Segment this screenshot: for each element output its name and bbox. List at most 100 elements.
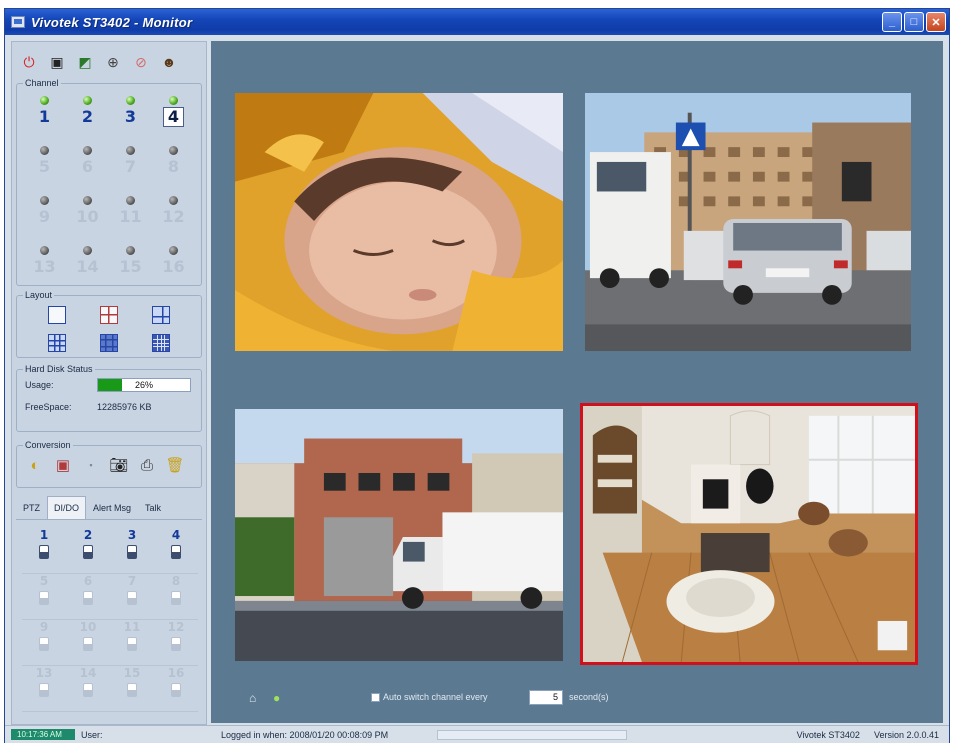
- auto-switch-checkbox[interactable]: [371, 693, 380, 702]
- color-icon[interactable]: ◩: [74, 51, 96, 73]
- toolbar: ⏻ ▣ ◩ ⊕ ⊘ ☻: [16, 50, 202, 74]
- dido-channel-12[interactable]: 12: [154, 620, 198, 666]
- tab-talk[interactable]: Talk: [138, 496, 168, 519]
- dido-channel-11[interactable]: 11: [110, 620, 154, 666]
- dido-number: 1: [39, 528, 49, 542]
- home-icon[interactable]: ⌂: [249, 691, 256, 705]
- channel-number: 10: [76, 207, 99, 226]
- channel-number: 8: [167, 157, 180, 176]
- camera-view-3[interactable]: [233, 407, 565, 663]
- dido-channel-8[interactable]: 8: [154, 574, 198, 620]
- dido-number: 3: [127, 528, 137, 542]
- maximize-button[interactable]: □: [904, 12, 924, 32]
- status-product: Vivotek ST3402: [796, 729, 860, 740]
- title-bar[interactable]: Vivotek ST3402 - Monitor _ □ ✕: [5, 9, 949, 35]
- status-version: Version 2.0.0.41: [873, 729, 939, 740]
- switch-icon[interactable]: [83, 591, 93, 605]
- layout-sixteen-button[interactable]: [152, 334, 170, 352]
- channel-2-button[interactable]: 2: [66, 92, 109, 136]
- clock-icon[interactable]: ⊘: [130, 51, 152, 73]
- switch-icon[interactable]: [39, 637, 49, 651]
- channel-6-button[interactable]: 6: [66, 142, 109, 186]
- switch-icon[interactable]: [171, 591, 181, 605]
- record-icon[interactable]: ▣: [53, 456, 73, 474]
- dido-channel-14[interactable]: 14: [66, 666, 110, 712]
- channel-10-button[interactable]: 10: [66, 192, 109, 236]
- close-button[interactable]: ✕: [926, 12, 946, 32]
- channel-4-button[interactable]: 4: [152, 92, 195, 136]
- switch-icon[interactable]: [39, 683, 49, 697]
- dido-number: 15: [123, 666, 141, 680]
- camera-view-4[interactable]: [580, 403, 918, 665]
- channel-status-led: [83, 196, 92, 205]
- dido-channel-4[interactable]: 4: [154, 528, 198, 574]
- display-icon[interactable]: ▣: [46, 51, 68, 73]
- channel-number: 9: [38, 207, 51, 226]
- channel-number: 2: [81, 107, 94, 126]
- snapshot-dot-icon[interactable]: ▪: [81, 460, 101, 470]
- channel-9-button[interactable]: 9: [23, 192, 66, 236]
- channel-status-led: [169, 96, 178, 105]
- power-icon[interactable]: ⏻: [18, 51, 40, 73]
- switch-icon[interactable]: [127, 637, 137, 651]
- dido-channel-5[interactable]: 5: [22, 574, 66, 620]
- switch-icon[interactable]: [171, 545, 181, 559]
- channel-12-button[interactable]: 12: [152, 192, 195, 236]
- channel-8-button[interactable]: 8: [152, 142, 195, 186]
- layout-six-button[interactable]: [152, 306, 170, 324]
- switch-icon[interactable]: [39, 591, 49, 605]
- network-icon[interactable]: ⊕: [102, 51, 124, 73]
- tab-ptz[interactable]: PTZ: [16, 496, 47, 519]
- camera-icon[interactable]: 📷︎: [109, 456, 129, 474]
- dido-channel-2[interactable]: 2: [66, 528, 110, 574]
- dido-channel-7[interactable]: 7: [110, 574, 154, 620]
- switch-icon[interactable]: [171, 637, 181, 651]
- dido-number: 11: [123, 620, 141, 634]
- trash-icon[interactable]: 🗑︎: [165, 456, 185, 474]
- switch-seconds-input[interactable]: 5: [529, 690, 563, 705]
- tab-di-do[interactable]: DI/DO: [47, 496, 87, 519]
- channel-15-button[interactable]: 15: [109, 242, 152, 286]
- channel-number: 14: [76, 257, 99, 276]
- switch-icon[interactable]: [39, 545, 49, 559]
- channel-5-button[interactable]: 5: [23, 142, 66, 186]
- switch-icon[interactable]: [83, 683, 93, 697]
- camera-view-1[interactable]: [233, 91, 565, 353]
- users-icon[interactable]: ☻: [158, 51, 180, 73]
- tab-alert-msg[interactable]: Alert Msg: [86, 496, 138, 519]
- dido-channel-9[interactable]: 9: [22, 620, 66, 666]
- channel-7-button[interactable]: 7: [109, 142, 152, 186]
- channel-14-button[interactable]: 14: [66, 242, 109, 286]
- channel-3-button[interactable]: 3: [109, 92, 152, 136]
- channel-1-button[interactable]: 1: [23, 92, 66, 136]
- channel-number: 12: [162, 207, 185, 226]
- print-icon[interactable]: ⎙: [137, 457, 157, 474]
- dido-number: 16: [167, 666, 185, 680]
- switch-icon[interactable]: [83, 637, 93, 651]
- layout-nine-button[interactable]: [48, 334, 66, 352]
- channel-number: 7: [124, 157, 137, 176]
- channel-16-button[interactable]: 16: [152, 242, 195, 286]
- channel-13-button[interactable]: 13: [23, 242, 66, 286]
- dido-channel-15[interactable]: 15: [110, 666, 154, 712]
- dido-channel-13[interactable]: 13: [22, 666, 66, 712]
- camera-view-2[interactable]: [583, 91, 913, 353]
- dido-grid: 1 2 3 4 5 6 7 8 9 10 11 12 13 14 15 16: [22, 528, 198, 712]
- channel-11-button[interactable]: 11: [109, 192, 152, 236]
- switch-icon[interactable]: [127, 545, 137, 559]
- dido-channel-3[interactable]: 3: [110, 528, 154, 574]
- switch-icon[interactable]: [127, 591, 137, 605]
- switch-icon[interactable]: [83, 545, 93, 559]
- switch-icon[interactable]: [127, 683, 137, 697]
- switch-icon[interactable]: [171, 683, 181, 697]
- dido-channel-16[interactable]: 16: [154, 666, 198, 712]
- layout-ten-button[interactable]: [100, 334, 118, 352]
- layout-single-button[interactable]: [48, 306, 66, 324]
- dido-number: 14: [79, 666, 97, 680]
- dido-channel-10[interactable]: 10: [66, 620, 110, 666]
- minimize-button[interactable]: _: [882, 12, 902, 32]
- dido-channel-1[interactable]: 1: [22, 528, 66, 574]
- layout-quad-button[interactable]: [100, 306, 118, 324]
- dido-channel-6[interactable]: 6: [66, 574, 110, 620]
- talk-icon[interactable]: ◐: [25, 457, 45, 474]
